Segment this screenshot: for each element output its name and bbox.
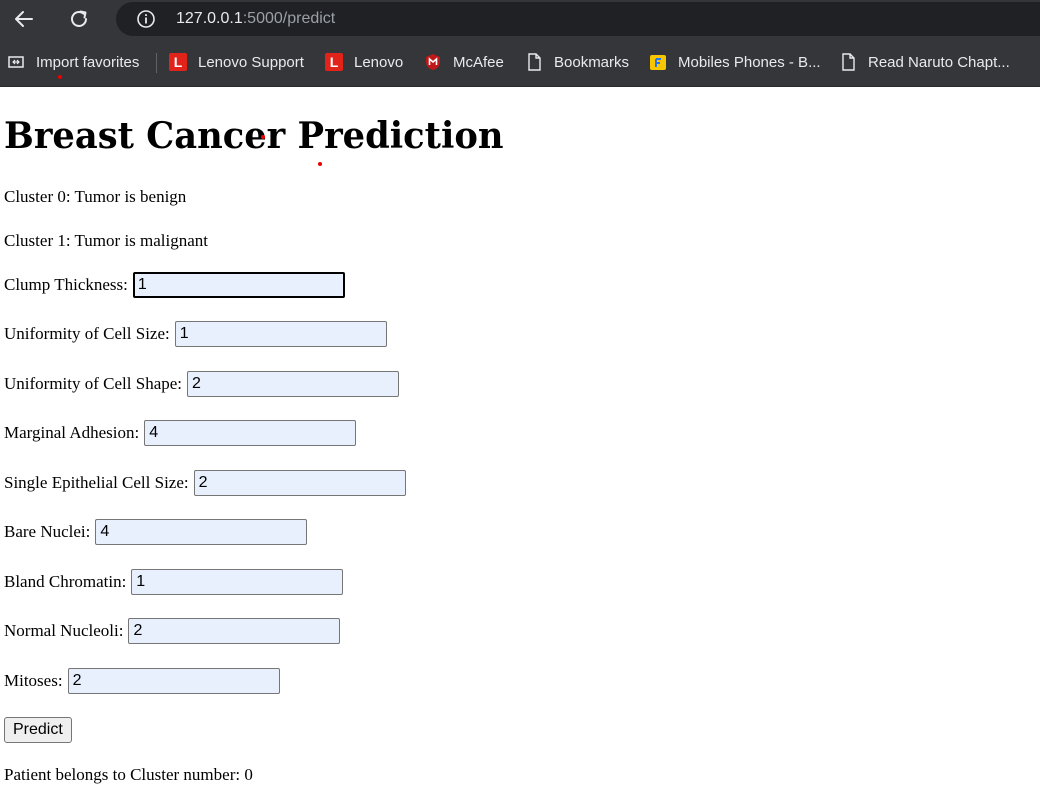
bare-nuclei-input[interactable]	[95, 519, 308, 545]
bookmark-mobiles-phones[interactable]: Mobiles Phones - B...	[648, 52, 821, 72]
url-text[interactable]: 127.0.0.1:5000/predict	[176, 9, 335, 29]
field-bland-chromatin: Bland Chromatin:	[4, 569, 344, 595]
flipkart-icon	[648, 52, 668, 72]
single-epithelial-cell-size-input[interactable]	[193, 470, 406, 496]
bookmarks-bar: Import favorites L Lenovo Support L Leno…	[0, 38, 1040, 87]
field-bare-nuclei: Bare Nuclei:	[4, 519, 308, 545]
red-dot-marker	[318, 162, 322, 166]
field-clump-thickness: Clump Thickness:	[4, 272, 345, 298]
bookmark-lenovo[interactable]: L Lenovo	[324, 52, 403, 72]
site-info-icon[interactable]	[136, 9, 156, 29]
lenovo-icon: L	[168, 52, 188, 72]
bookmark-label: Mobiles Phones - B...	[678, 53, 821, 71]
clump-thickness-input[interactable]	[132, 272, 345, 298]
bookmark-bookmarks[interactable]: Bookmarks	[524, 52, 629, 72]
field-uniformity-cell-size: Uniformity of Cell Size:	[4, 321, 387, 347]
bookmark-read-naruto[interactable]: Read Naruto Chapt...	[838, 52, 1010, 72]
bookmark-label: Lenovo	[354, 53, 404, 71]
bookmark-label: McAfee	[453, 53, 504, 71]
cluster-1-info: Cluster 1: Tumor is malignant	[4, 231, 209, 250]
page-title: Breast Cancer Prediction	[4, 115, 504, 157]
field-marginal-adhesion: Marginal Adhesion:	[4, 420, 357, 446]
field-label: Bland Chromatin:	[4, 572, 127, 591]
page-icon	[524, 52, 544, 72]
page-icon	[838, 52, 858, 72]
field-mitoses: Mitoses:	[4, 668, 280, 694]
bookmark-label: Import favorites	[36, 53, 140, 71]
bland-chromatin-input[interactable]	[131, 569, 344, 595]
url-host: 127.0.0.1	[176, 10, 243, 27]
field-label: Bare Nuclei:	[4, 522, 91, 541]
field-label: Uniformity of Cell Size:	[4, 324, 170, 343]
predict-button[interactable]: Predict	[4, 717, 72, 743]
uniformity-cell-size-input[interactable]	[174, 321, 387, 347]
field-label: Clump Thickness:	[4, 275, 128, 294]
bookmark-label: Lenovo Support	[198, 53, 304, 71]
field-label: Mitoses:	[4, 671, 63, 690]
browser-toolbar: 127.0.0.1:5000/predict	[0, 0, 1040, 38]
mitoses-input[interactable]	[67, 668, 280, 694]
field-normal-nucleoli: Normal Nucleoli:	[4, 618, 341, 644]
back-arrow-icon	[15, 11, 33, 27]
bookmark-lenovo-support[interactable]: L Lenovo Support	[168, 52, 304, 72]
field-label: Normal Nucleoli:	[4, 621, 124, 640]
red-dot-marker	[58, 75, 62, 79]
mcafee-icon	[423, 52, 443, 72]
import-icon	[6, 52, 26, 72]
prediction-result: Patient belongs to Cluster number: 0	[4, 765, 253, 784]
bookmark-label: Bookmarks	[554, 53, 630, 71]
bookmark-divider	[156, 53, 157, 73]
reload-icon	[71, 10, 87, 27]
field-label: Uniformity of Cell Shape:	[4, 374, 183, 393]
bookmark-mcafee[interactable]: McAfee	[423, 52, 504, 72]
url-path: :5000/predict	[242, 10, 336, 27]
lenovo-icon: L	[324, 52, 344, 72]
bookmark-label: Read Naruto Chapt...	[868, 53, 1010, 71]
uniformity-cell-shape-input[interactable]	[187, 371, 400, 397]
reload-button[interactable]	[65, 5, 93, 33]
marginal-adhesion-input[interactable]	[144, 420, 357, 446]
back-button[interactable]	[10, 5, 38, 33]
field-uniformity-cell-shape: Uniformity of Cell Shape:	[4, 371, 400, 397]
field-single-epithelial-cell-size: Single Epithelial Cell Size:	[4, 470, 406, 496]
address-bar[interactable]: 127.0.0.1:5000/predict	[116, 2, 1040, 36]
normal-nucleoli-input[interactable]	[128, 618, 341, 644]
field-label: Marginal Adhesion:	[4, 423, 140, 442]
field-label: Single Epithelial Cell Size:	[4, 473, 189, 492]
page-content: Breast Cancer Prediction Cluster 0: Tumo…	[0, 86, 1040, 806]
cluster-0-info: Cluster 0: Tumor is benign	[4, 187, 187, 206]
red-dot-marker	[261, 135, 265, 139]
bookmark-import-favorites[interactable]: Import favorites	[6, 52, 139, 72]
